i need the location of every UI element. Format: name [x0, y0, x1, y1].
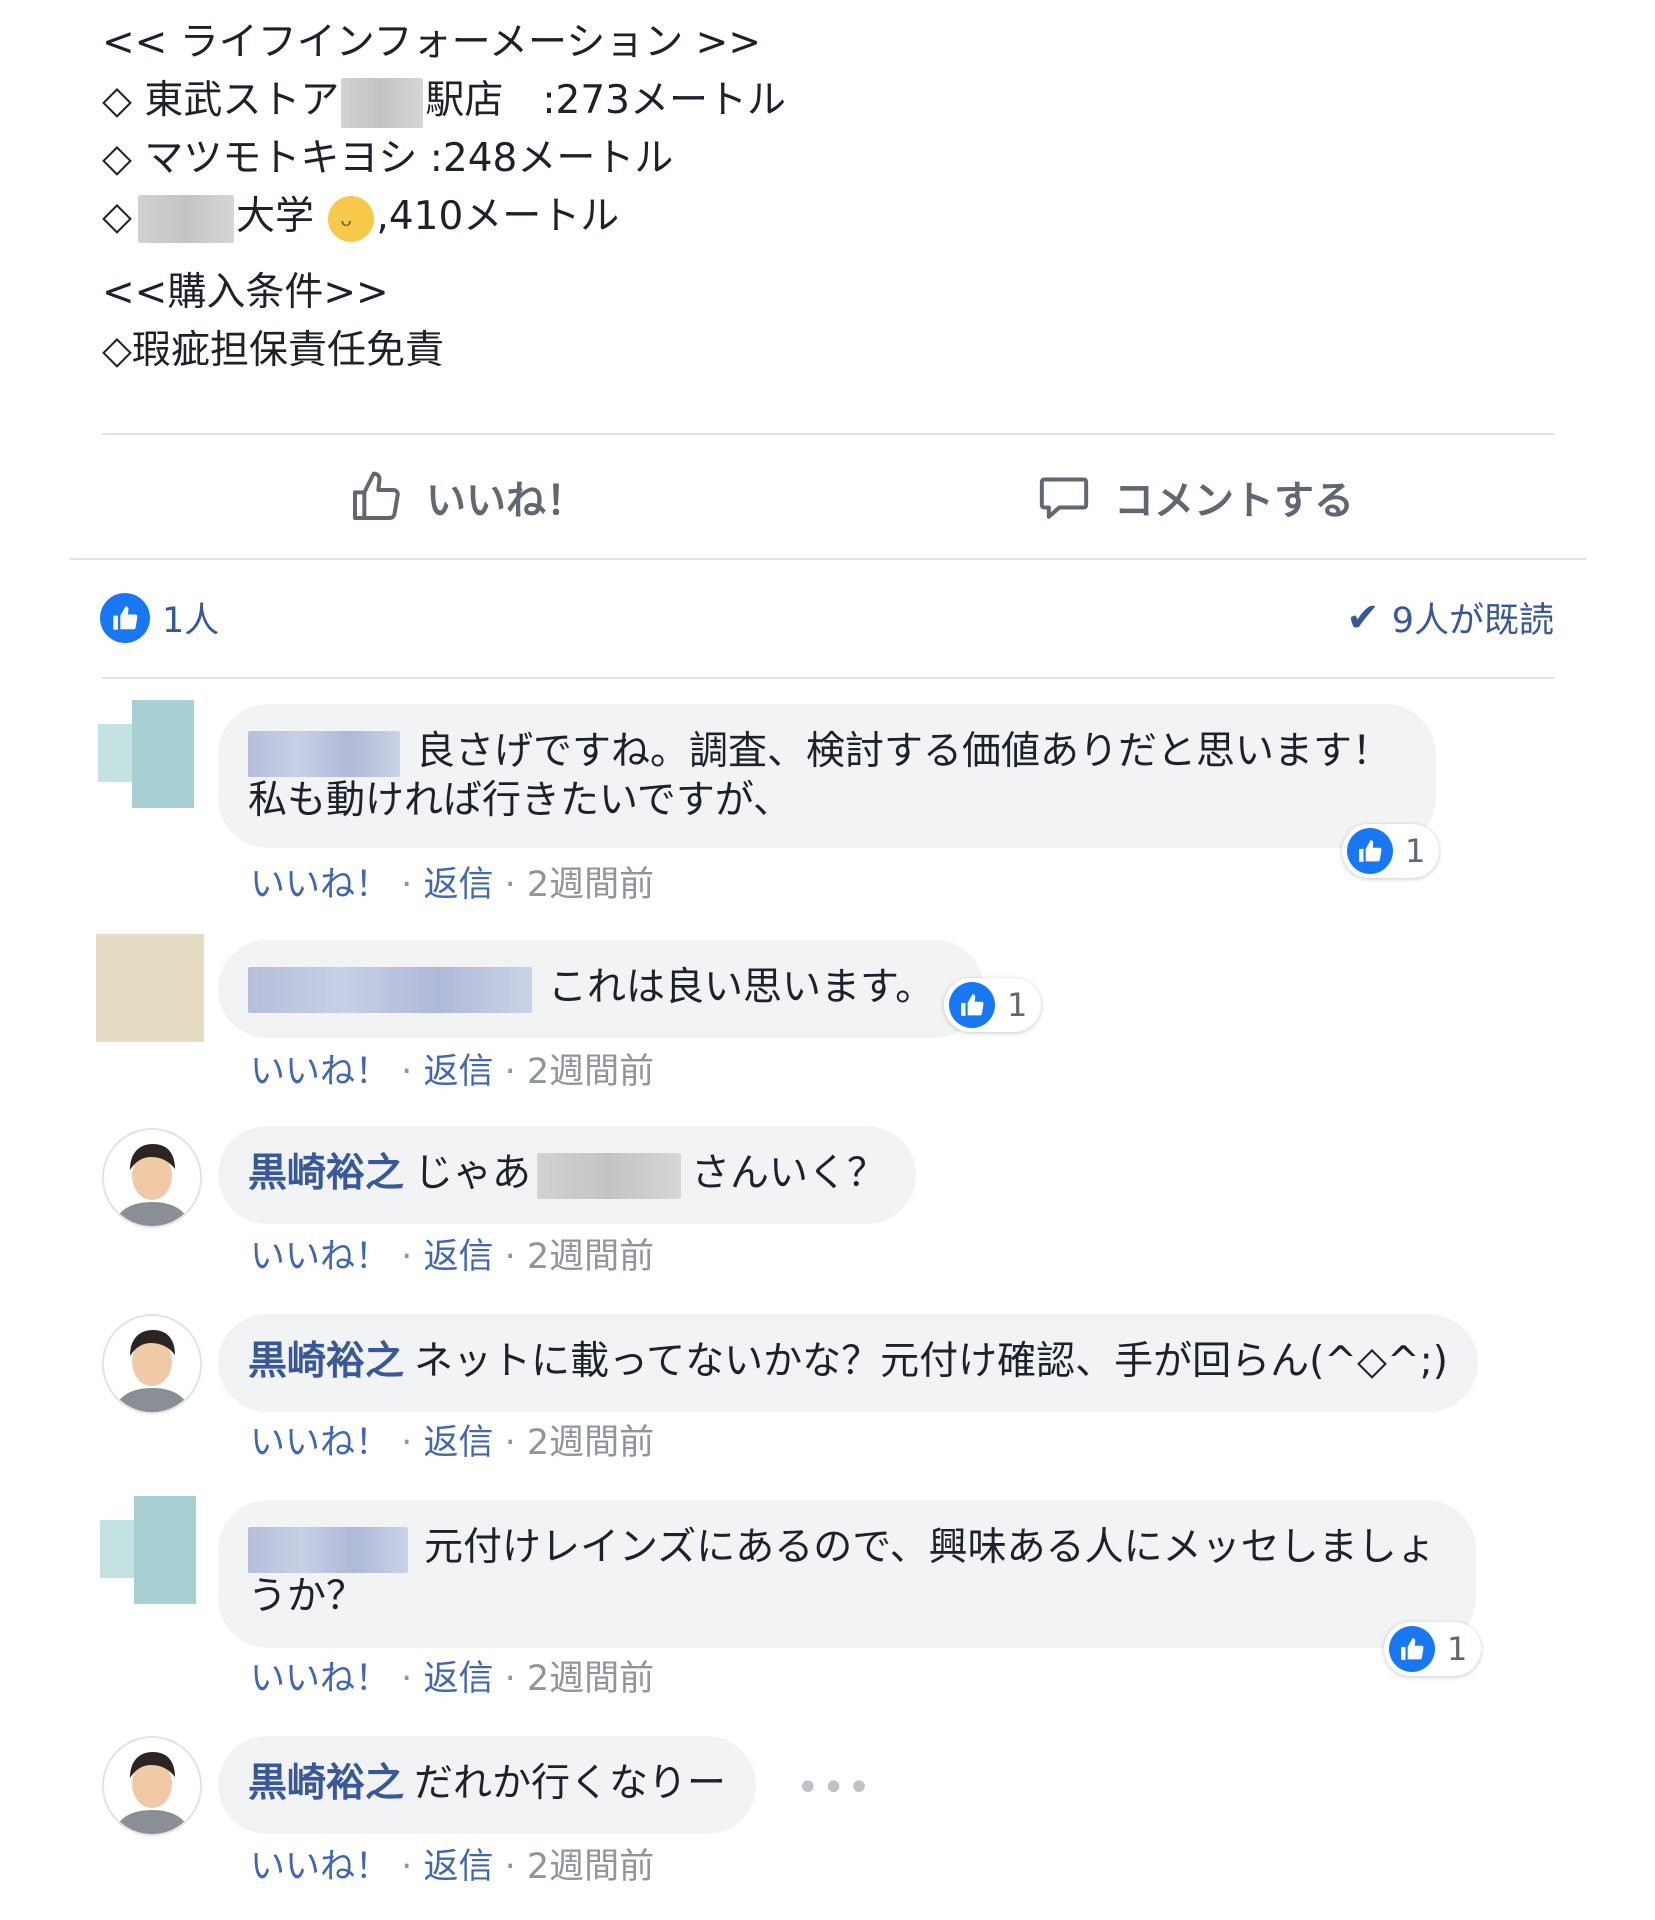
avatar[interactable]: [98, 700, 206, 808]
comment-bubble: 元付けレインズにあるので、興味ある人にメッセしましょうか？: [218, 1500, 1476, 1648]
person-avatar-icon: [104, 1738, 200, 1834]
commenter-name-redacted[interactable]: [248, 966, 532, 1013]
comment-like-link[interactable]: いいね！: [250, 1237, 390, 1277]
comment-time[interactable]: · 2週間前: [505, 1052, 655, 1092]
avatar[interactable]: [100, 1496, 208, 1604]
comment-time[interactable]: · 2週間前: [505, 865, 655, 905]
comment-text: じゃあ: [414, 1151, 532, 1196]
comment-text: ネットに載ってないかな？元付け確認、手が回らん(^◇^;): [414, 1339, 1448, 1384]
check-icon: ✔: [1346, 594, 1380, 641]
reaction-count[interactable]: 1: [1342, 824, 1440, 878]
like-count[interactable]: 1人: [100, 592, 219, 643]
thumbs-up-icon: [353, 471, 400, 520]
like-badge-icon: [1389, 1626, 1435, 1672]
comment-bubble: これは良い思います。: [218, 940, 985, 1038]
comment-like-link[interactable]: いいね！: [250, 1659, 390, 1699]
comment-reply-link[interactable]: 返信: [423, 1423, 493, 1463]
comment-text: 元付けレインズにあるので、興味ある人にメッセしましょうか？: [248, 1525, 1436, 1619]
comment-like-link[interactable]: いいね！: [250, 1423, 390, 1463]
like-badge-icon: [949, 982, 995, 1028]
like-action-button[interactable]: いいね！: [348, 462, 586, 532]
post-line: ◇ マツモトキヨシ :248メートル: [102, 136, 674, 181]
comment-bubble: 黒崎裕之 ネットに載ってないかな？元付け確認、手が回らん(^◇^;): [218, 1314, 1478, 1412]
comment-like-link[interactable]: いいね！: [250, 1052, 390, 1092]
avatar[interactable]: [102, 1736, 202, 1836]
avatar[interactable]: [96, 934, 204, 1042]
avatar[interactable]: [102, 1128, 202, 1228]
commenter-name-redacted[interactable]: [248, 730, 400, 777]
comment-time[interactable]: · 2週間前: [505, 1423, 655, 1463]
redacted-block: [537, 1152, 682, 1199]
seen-count[interactable]: ✔ 9人が既読: [1346, 592, 1554, 643]
smile-emoji-icon: [328, 195, 375, 256]
comment-bubble-icon: [1039, 477, 1089, 519]
person-avatar-icon: [104, 1130, 200, 1226]
comment-bubble: 黒崎裕之 じゃあ さんいく？: [218, 1126, 917, 1224]
more-icon[interactable]: •••: [796, 1765, 873, 1811]
comment-meta: いいね！ · 返信 · 2週間前: [250, 1052, 655, 1092]
redacted-block: [341, 77, 424, 128]
comment-reply-link[interactable]: 返信: [423, 1659, 493, 1699]
comment-meta: いいね！ · 返信 · 2週間前: [250, 1423, 655, 1463]
comment-meta: いいね！ · 返信 · 2週間前: [250, 1659, 655, 1699]
divider: [102, 677, 1554, 679]
comment-meta: いいね！ · 返信 · 2週間前: [250, 1237, 655, 1277]
commenter-name[interactable]: 黒崎裕之: [248, 1761, 404, 1806]
reaction-count[interactable]: 1: [1384, 1622, 1482, 1676]
post-body: << ライフインフォーメーション >> ◇ 東武ストア 駅店 :273メートル ◇…: [102, 14, 1502, 380]
comment-meta: いいね！ · 返信 · 2週間前: [250, 865, 655, 905]
comment-text: これは良い思います。: [548, 965, 935, 1010]
comment-text: だれか行くなりー: [414, 1761, 727, 1806]
divider: [102, 433, 1554, 435]
post-line: ◇瑕疵担保責任免責: [102, 328, 444, 373]
like-badge-icon: [1347, 828, 1393, 874]
redacted-block: [138, 194, 234, 243]
comment-reply-link[interactable]: 返信: [423, 1847, 493, 1887]
comment-reply-link[interactable]: 返信: [423, 1052, 493, 1092]
person-avatar-icon: [104, 1316, 200, 1412]
comment-time[interactable]: · 2週間前: [505, 1237, 655, 1277]
comment-like-link[interactable]: いいね！: [250, 865, 390, 905]
post-line: <<購入条件>>: [102, 270, 389, 315]
like-badge-icon: [100, 592, 150, 643]
comment-meta: いいね！ · 返信 · 2週間前: [250, 1847, 655, 1887]
comment-bubble: 良さげですね。調査、検討する価値ありだと思います！私も動ければ行きたいですが、: [218, 704, 1436, 848]
post-line: << ライフインフォーメーション >>: [102, 20, 761, 65]
post-line: ◇大学 ,410メートル: [102, 188, 1502, 256]
post-line: ◇ 東武ストア 駅店 :273メートル: [102, 72, 1502, 130]
comment-text: 良さげですね。調査、検討する価値ありだと思います！私も動ければ行きたいですが、: [248, 729, 1392, 823]
commenter-name[interactable]: 黒崎裕之: [248, 1339, 404, 1384]
comment-time[interactable]: · 2週間前: [505, 1847, 655, 1887]
reaction-count[interactable]: 1: [944, 978, 1042, 1032]
comment-bubble: 黒崎裕之 だれか行くなりー: [218, 1736, 757, 1834]
comment-time[interactable]: · 2週間前: [505, 1659, 655, 1699]
comment-reply-link[interactable]: 返信: [423, 1237, 493, 1277]
comment-reply-link[interactable]: 返信: [423, 865, 493, 905]
avatar[interactable]: [102, 1314, 202, 1414]
comment-action-button[interactable]: コメントする: [1036, 462, 1354, 532]
divider: [69, 558, 1586, 560]
comment-text: さんいく？: [691, 1151, 887, 1196]
commenter-name-redacted[interactable]: [248, 1526, 408, 1573]
commenter-name[interactable]: 黒崎裕之: [248, 1151, 404, 1196]
comment-like-link[interactable]: いいね！: [250, 1847, 390, 1887]
